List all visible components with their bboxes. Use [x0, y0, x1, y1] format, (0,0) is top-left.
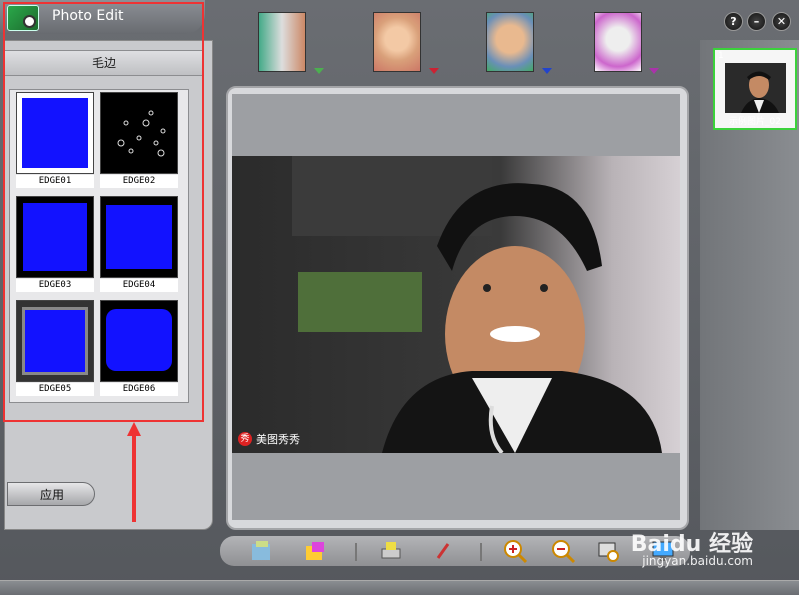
apply-button[interactable]: 应用 — [7, 482, 95, 506]
toolbar-separator — [355, 543, 357, 561]
paint-bucket-icon[interactable] — [302, 538, 328, 564]
toolbar-separator — [480, 543, 482, 561]
minimize-button[interactable]: – — [747, 12, 766, 31]
chevron-down-icon[interactable] — [649, 68, 659, 74]
effect-scissors-icon[interactable] — [258, 12, 306, 72]
portrait-image — [232, 156, 680, 453]
meitu-logo-icon: 秀 — [238, 432, 252, 446]
status-bar — [0, 580, 799, 595]
annotation-arrow-icon — [127, 422, 141, 522]
fit-window-icon[interactable] — [596, 538, 622, 564]
edit-icon[interactable] — [430, 538, 456, 564]
thumbnail-image — [725, 63, 786, 113]
thumbnail-item[interactable]: 1 示例图片_02 — [713, 48, 797, 130]
chevron-down-icon[interactable] — [542, 68, 552, 74]
thumbnail-index: 1 — [718, 51, 724, 61]
chevron-down-icon[interactable] — [314, 68, 324, 74]
thumbnail-caption: 示例图片_02 — [729, 117, 781, 127]
photo-preview[interactable]: 秀 美图秀秀 — [232, 156, 680, 453]
app-window: Photo Edit ? – ✕ 毛边 EDGE01 EDGE02 EDGE03… — [0, 0, 799, 595]
effect-girl-mosaic-icon[interactable] — [373, 12, 421, 72]
baidu-url: jingyan.baidu.com — [642, 554, 753, 568]
open-image-icon[interactable] — [248, 538, 274, 564]
annotation-box — [3, 2, 204, 422]
watermark-text: 美图秀秀 — [256, 433, 300, 446]
effect-distort-face-icon[interactable] — [486, 12, 534, 72]
chevron-down-icon[interactable] — [429, 68, 439, 74]
zoom-in-icon[interactable] — [502, 538, 528, 564]
zoom-out-icon[interactable] — [550, 538, 576, 564]
close-button[interactable]: ✕ — [772, 12, 791, 31]
print-icon[interactable] — [378, 538, 404, 564]
help-button[interactable]: ? — [724, 12, 743, 31]
effect-star-frame-icon[interactable] — [594, 12, 642, 72]
